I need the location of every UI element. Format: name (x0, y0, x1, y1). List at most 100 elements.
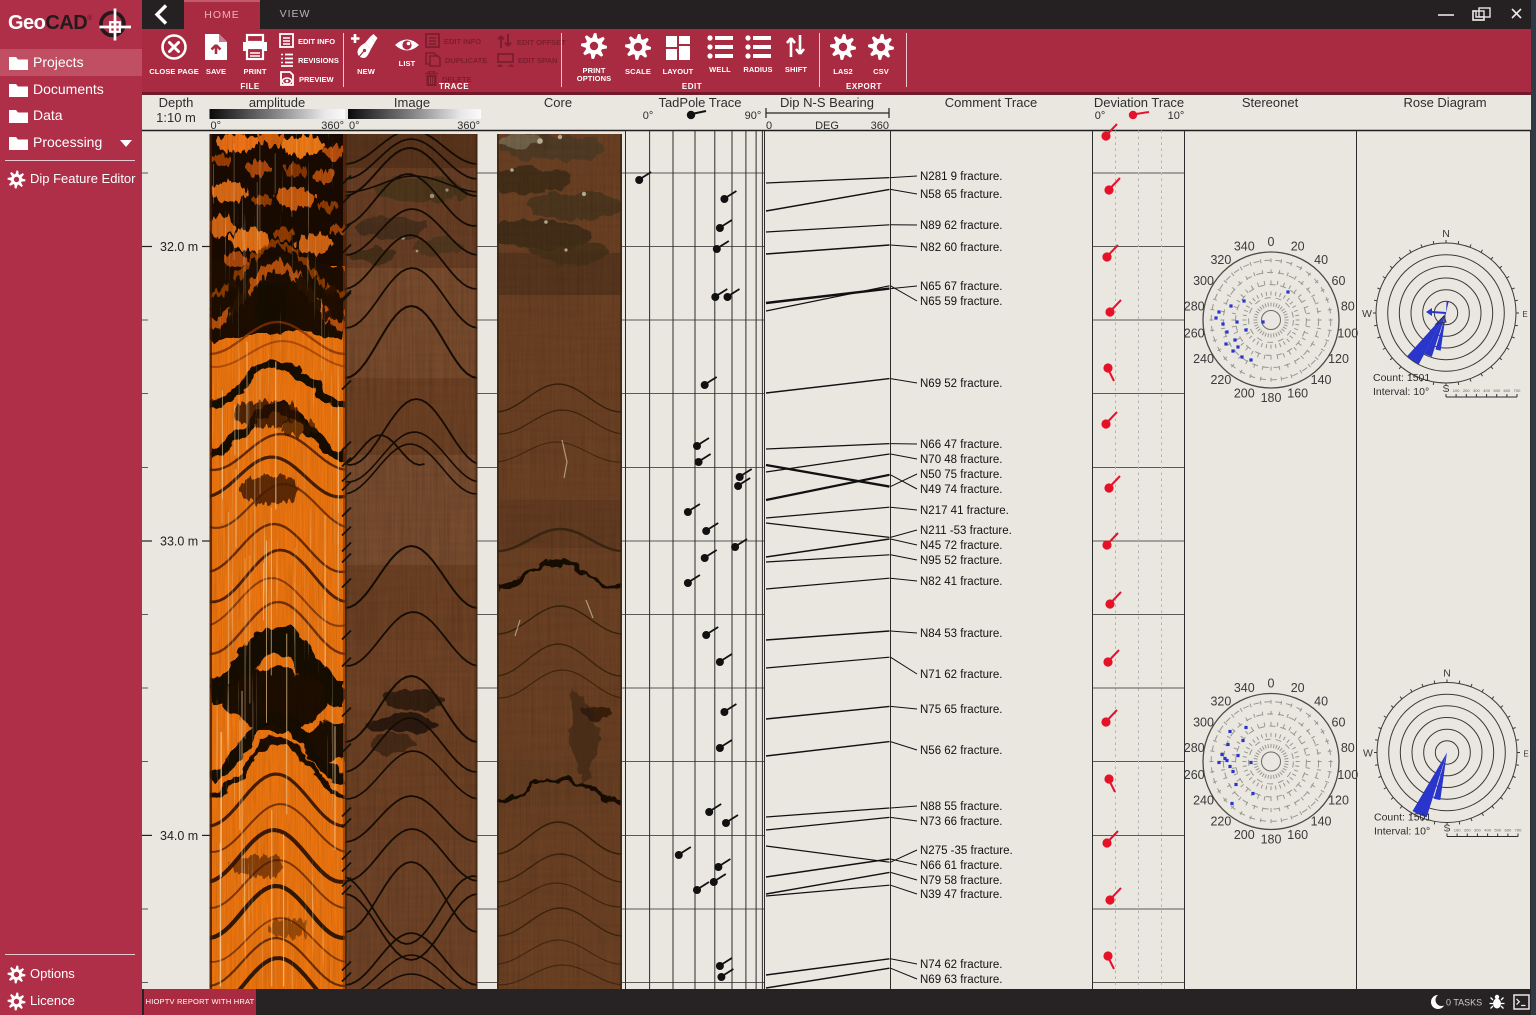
svg-text:E: E (1523, 750, 1528, 759)
svg-text:160: 160 (1287, 386, 1308, 400)
svg-text:600: 600 (1504, 388, 1511, 393)
svg-text:N39 47 fracture.: N39 47 fracture. (920, 889, 1002, 901)
svg-text:N74 62 fracture.: N74 62 fracture. (920, 959, 1002, 971)
svg-text:N69 63 fracture.: N69 63 fracture. (920, 974, 1002, 986)
svg-text:N50 75 fracture.: N50 75 fracture. (920, 469, 1002, 481)
svg-text:220: 220 (1210, 814, 1231, 828)
svg-text:300: 300 (1193, 274, 1214, 288)
svg-text:700: 700 (1515, 828, 1522, 833)
svg-text:N66 61 fracture.: N66 61 fracture. (920, 860, 1002, 872)
svg-text:60: 60 (1332, 716, 1346, 730)
svg-text:160: 160 (1287, 828, 1308, 842)
svg-text:N49 74 fracture.: N49 74 fracture. (920, 484, 1002, 496)
svg-text:320: 320 (1210, 695, 1231, 709)
svg-text:10°: 10° (1168, 110, 1185, 122)
svg-text:200: 200 (1463, 388, 1470, 393)
svg-text:100: 100 (1453, 388, 1460, 393)
svg-text:100: 100 (1337, 768, 1358, 782)
svg-text:N45 72 fracture.: N45 72 fracture. (920, 540, 1002, 552)
svg-text:N70 48 fracture.: N70 48 fracture. (920, 454, 1002, 466)
svg-text:N88 55 fracture.: N88 55 fracture. (920, 801, 1002, 813)
svg-text:200: 200 (1234, 386, 1255, 400)
svg-text:N275 -35 fracture.: N275 -35 fracture. (920, 845, 1013, 857)
svg-text:0: 0 (1268, 235, 1275, 249)
svg-text:N56 62 fracture.: N56 62 fracture. (920, 745, 1002, 757)
svg-text:N: N (1442, 228, 1450, 240)
svg-text:Depth: Depth (159, 95, 194, 110)
svg-text:0°: 0° (643, 110, 654, 122)
svg-text:200: 200 (1464, 828, 1471, 833)
svg-text:140: 140 (1311, 814, 1332, 828)
svg-text:200: 200 (1234, 828, 1255, 842)
svg-text:34.0 m: 34.0 m (160, 829, 198, 843)
svg-text:N89 62 fracture.: N89 62 fracture. (920, 220, 1002, 232)
svg-text:N65 59 fracture.: N65 59 fracture. (920, 296, 1002, 308)
svg-text:140: 140 (1311, 373, 1332, 387)
svg-text:300: 300 (1474, 828, 1481, 833)
svg-text:400: 400 (1484, 828, 1491, 833)
svg-text:40: 40 (1314, 253, 1328, 267)
svg-text:0 TASKS: 0 TASKS (1446, 998, 1482, 1008)
svg-text:320: 320 (1210, 253, 1231, 267)
svg-text:N71 62 fracture.: N71 62 fracture. (920, 669, 1002, 681)
svg-text:W: W (1362, 308, 1372, 320)
svg-text:240: 240 (1193, 352, 1214, 366)
svg-text:90°: 90° (745, 110, 762, 122)
svg-text:100: 100 (1337, 327, 1358, 341)
svg-text:280: 280 (1184, 741, 1205, 755)
svg-text:700: 700 (1514, 388, 1521, 393)
svg-text:400: 400 (1483, 388, 1490, 393)
svg-text:33.0 m: 33.0 m (160, 535, 198, 549)
svg-text:120: 120 (1328, 794, 1349, 808)
svg-text:N95 52 fracture.: N95 52 fracture. (920, 555, 1002, 567)
svg-text:TadPole Trace: TadPole Trace (658, 95, 741, 110)
svg-text:N: N (1443, 668, 1451, 680)
svg-text:Comment Trace: Comment Trace (945, 95, 1037, 110)
svg-text:Image: Image (394, 95, 430, 110)
svg-text:N73 66 fracture.: N73 66 fracture. (920, 816, 1002, 828)
svg-text:260: 260 (1184, 327, 1205, 341)
svg-text:0: 0 (1268, 677, 1275, 691)
svg-text:N84 53 fracture.: N84 53 fracture. (920, 628, 1002, 640)
svg-text:E: E (1522, 310, 1527, 319)
svg-text:600: 600 (1505, 828, 1512, 833)
svg-text:340: 340 (1234, 681, 1255, 695)
svg-text:80: 80 (1341, 300, 1355, 314)
svg-text:Interval: 10°: Interval: 10° (1373, 386, 1429, 398)
svg-text:300: 300 (1193, 716, 1214, 730)
svg-text:20: 20 (1291, 240, 1305, 254)
svg-text:500: 500 (1494, 828, 1501, 833)
svg-text:32.0 m: 32.0 m (160, 240, 198, 254)
svg-text:180: 180 (1261, 391, 1282, 405)
svg-text:20: 20 (1291, 681, 1305, 695)
svg-text:Rose Diagram: Rose Diagram (1403, 95, 1486, 110)
svg-text:260: 260 (1184, 768, 1205, 782)
svg-text:N66 47 fracture.: N66 47 fracture. (920, 439, 1002, 451)
svg-text:220: 220 (1210, 373, 1231, 387)
svg-text:Deviation Trace: Deviation Trace (1094, 95, 1184, 110)
svg-text:40: 40 (1314, 695, 1328, 709)
svg-text:1:10 m: 1:10 m (156, 110, 196, 125)
svg-text:Count: 1501: Count: 1501 (1373, 372, 1430, 384)
svg-text:120: 120 (1328, 352, 1349, 366)
svg-text:N217 41 fracture.: N217 41 fracture. (920, 505, 1009, 517)
svg-text:Stereonet: Stereonet (1242, 95, 1299, 110)
svg-text:0°: 0° (1095, 110, 1106, 122)
svg-text:N281 9 fracture.: N281 9 fracture. (920, 171, 1002, 183)
svg-text:N75 65 fracture.: N75 65 fracture. (920, 704, 1002, 716)
svg-text:180: 180 (1261, 833, 1282, 847)
svg-text:N82 60 fracture.: N82 60 fracture. (920, 242, 1002, 254)
svg-text:60: 60 (1332, 274, 1346, 288)
svg-text:500: 500 (1493, 388, 1500, 393)
svg-text:amplitude: amplitude (249, 95, 305, 110)
svg-text:300: 300 (1473, 388, 1480, 393)
svg-text:Interval: 10°: Interval: 10° (1374, 826, 1430, 838)
svg-text:N211 -53 fracture.: N211 -53 fracture. (920, 525, 1012, 537)
svg-text:80: 80 (1341, 741, 1355, 755)
svg-text:N65 67 fracture.: N65 67 fracture. (920, 281, 1002, 293)
svg-text:N69 52 fracture.: N69 52 fracture. (920, 378, 1002, 390)
svg-text:N58 65 fracture.: N58 65 fracture. (920, 189, 1002, 201)
svg-text:Dip N-S Bearing: Dip N-S Bearing (780, 95, 874, 110)
svg-text:340: 340 (1234, 240, 1255, 254)
svg-text:Count: 1501: Count: 1501 (1374, 812, 1431, 824)
